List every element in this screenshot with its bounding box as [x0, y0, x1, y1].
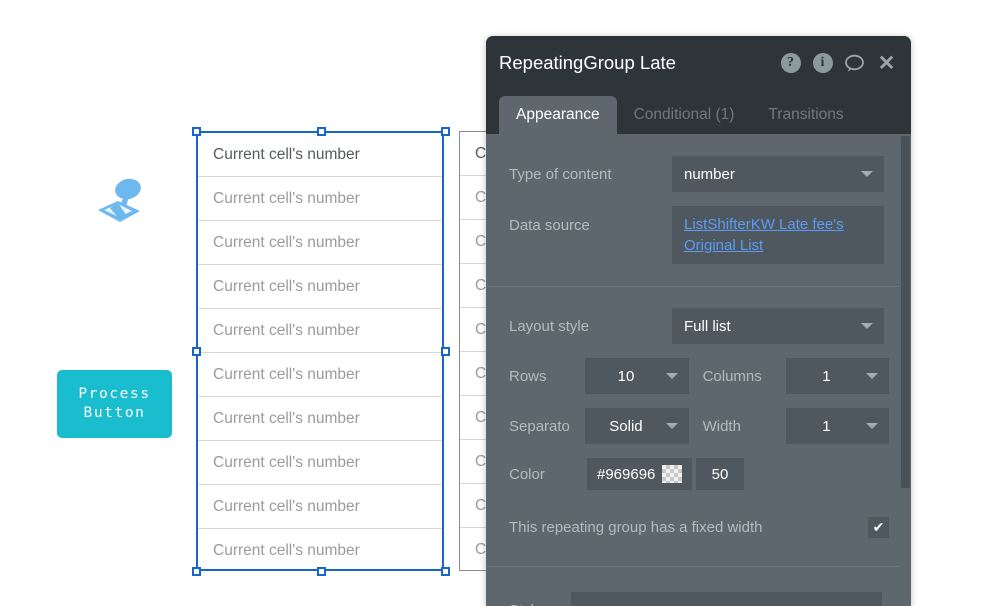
- rows-label: Rows: [509, 367, 547, 385]
- type-of-content-label: Type of content: [509, 165, 612, 183]
- field-layout-style: Layout style Full list: [486, 308, 911, 344]
- type-of-content-select[interactable]: number: [672, 156, 884, 192]
- style-label: Style: [509, 602, 571, 606]
- panel-scrollbar-thumb[interactable]: [901, 136, 910, 488]
- resize-handle-middle-left[interactable]: [192, 347, 201, 356]
- field-separator-width: Separato Solid Width 1: [486, 408, 911, 444]
- rg-cell[interactable]: Current cell's number: [198, 177, 442, 221]
- rg-cell[interactable]: Current cell's number: [198, 397, 442, 441]
- panel-body: Type of content number Data source ListS…: [486, 134, 911, 606]
- color-label: Color: [509, 465, 545, 483]
- chevron-down-icon: [665, 423, 678, 429]
- chevron-down-icon: [866, 423, 878, 429]
- type-of-content-value: number: [684, 165, 735, 183]
- panel-tab-bar: Appearance Conditional (1) Transitions: [486, 90, 911, 134]
- rg-cell[interactable]: Current cell's number: [198, 485, 442, 529]
- columns-label: Columns: [702, 367, 762, 385]
- separator-width-value: 1: [822, 417, 831, 435]
- property-editor-panel[interactable]: RepeatingGroup Late ? i ✕ Appearance Con…: [486, 36, 911, 606]
- rg-cell[interactable]: Current cell's number: [198, 265, 442, 309]
- resize-handle-top-left[interactable]: [192, 127, 201, 136]
- color-opacity-input[interactable]: 50: [696, 458, 744, 490]
- chevron-down-icon: [665, 373, 678, 379]
- data-source-value[interactable]: ListShifterKW Late fee's Original List: [672, 206, 884, 264]
- field-fixed-width: This repeating group has a fixed width ✔: [486, 512, 911, 542]
- info-icon[interactable]: i: [812, 53, 833, 74]
- color-swatch[interactable]: [662, 465, 682, 483]
- chevron-down-icon: [861, 323, 873, 329]
- rg-cell[interactable]: Current cell's number: [198, 133, 442, 177]
- tab-appearance[interactable]: Appearance: [499, 96, 617, 134]
- panel-scrollbar-track[interactable]: [899, 134, 911, 606]
- columns-value: 1: [822, 367, 831, 385]
- data-source-line-2[interactable]: Original List: [684, 235, 872, 256]
- data-source-line-1[interactable]: ListShifterKW Late fee's: [684, 214, 872, 235]
- field-style: Style: [486, 592, 911, 606]
- process-button[interactable]: Process Button: [57, 370, 172, 438]
- resize-handle-middle-right[interactable]: [441, 347, 450, 356]
- rows-value: 10: [617, 367, 635, 385]
- layout-style-select[interactable]: Full list: [672, 308, 884, 344]
- info-icon-glyph: i: [812, 53, 833, 73]
- resize-handle-top-right[interactable]: [441, 127, 450, 136]
- separator-width-select[interactable]: 1: [785, 408, 889, 444]
- columns-select[interactable]: 1: [785, 358, 889, 394]
- color-hex-input[interactable]: #969696: [587, 458, 692, 490]
- style-select[interactable]: [571, 592, 882, 606]
- close-icon[interactable]: ✕: [876, 53, 897, 74]
- fixed-width-label: This repeating group has a fixed width: [509, 518, 763, 536]
- field-type-of-content: Type of content number: [486, 156, 911, 192]
- color-hex-value: #969696: [597, 465, 656, 483]
- panel-header-icons: ? i ✕: [780, 53, 897, 74]
- section-divider-1: [486, 286, 911, 287]
- rg-cell[interactable]: Current cell's number: [198, 221, 442, 265]
- resize-handle-top-center[interactable]: [317, 127, 326, 136]
- separator-width-label: Width: [702, 417, 741, 435]
- separator-style-value: Solid: [609, 417, 643, 435]
- resize-handle-bottom-right[interactable]: [441, 567, 450, 576]
- layout-style-value: Full list: [684, 317, 731, 335]
- listshifter-plugin-icon[interactable]: [94, 176, 150, 228]
- separator-label: Separato: [509, 417, 570, 435]
- field-data-source: Data source ListShifterKW Late fee's Ori…: [486, 206, 911, 264]
- chevron-down-icon: [861, 171, 873, 177]
- data-source-label: Data source: [509, 217, 590, 234]
- rows-select[interactable]: 10: [585, 358, 689, 394]
- help-icon-glyph: ?: [780, 53, 801, 73]
- resize-handle-bottom-center[interactable]: [317, 567, 326, 576]
- comment-icon-svg: [845, 54, 864, 72]
- color-opacity-value: 50: [711, 465, 729, 483]
- help-icon[interactable]: ?: [780, 53, 801, 74]
- resize-handle-bottom-left[interactable]: [192, 567, 201, 576]
- rg-cell[interactable]: Current cell's number: [198, 353, 442, 397]
- chevron-down-icon: [866, 373, 878, 379]
- comment-icon[interactable]: [844, 53, 865, 74]
- layout-style-label: Layout style: [509, 317, 590, 335]
- field-color: Color #969696 50: [486, 458, 911, 490]
- rg-cell[interactable]: Current cell's number: [198, 309, 442, 353]
- tab-transitions[interactable]: Transitions: [751, 96, 860, 134]
- panel-header: RepeatingGroup Late ? i ✕: [486, 36, 911, 90]
- section-divider-2: [486, 566, 911, 567]
- repeating-group-late[interactable]: Current cell's number Current cell's num…: [196, 131, 444, 571]
- tab-conditional[interactable]: Conditional (1): [617, 96, 752, 134]
- rg-cell[interactable]: Current cell's number: [198, 441, 442, 485]
- field-rows-columns: Rows 10 Columns 1: [486, 358, 911, 394]
- separator-style-select[interactable]: Solid: [585, 408, 689, 444]
- close-icon-glyph: ✕: [877, 51, 896, 75]
- fixed-width-checkbox[interactable]: ✔: [868, 516, 889, 538]
- panel-title: RepeatingGroup Late: [499, 52, 676, 73]
